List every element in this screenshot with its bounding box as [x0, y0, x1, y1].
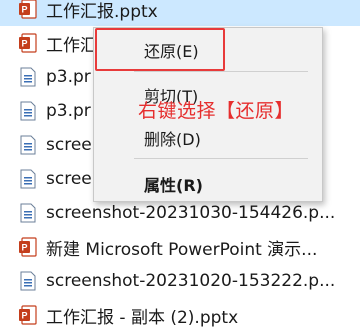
menu-separator — [134, 158, 308, 159]
image-file-icon — [18, 134, 38, 156]
file-name: 新建 Microsoft PowerPoint 演示... — [46, 239, 318, 260]
pptx-icon: P — [18, 236, 38, 258]
menu-separator — [134, 71, 308, 72]
file-name: p3.pr — [46, 101, 91, 121]
svg-text:P: P — [21, 311, 27, 321]
menu-item-properties[interactable]: 属性(R) — [144, 172, 203, 196]
file-row-9[interactable]: P 工作汇报 - 副本 (2).pptx — [0, 298, 360, 332]
image-file-icon — [18, 66, 38, 88]
file-name: 工作汇 — [46, 35, 97, 56]
file-row-7[interactable]: P 新建 Microsoft PowerPoint 演示... — [0, 230, 360, 264]
svg-text:P: P — [21, 5, 27, 15]
file-name: scree — [46, 169, 92, 189]
pptx-icon: P — [18, 304, 38, 326]
image-file-icon — [18, 202, 38, 224]
image-file-icon — [18, 168, 38, 190]
file-name: screenshot-20231030-154426.p... — [46, 203, 336, 223]
file-row-8[interactable]: screenshot-20231020-153222.p... — [0, 264, 360, 298]
file-name: screenshot-20231020-153222.p... — [46, 271, 336, 291]
svg-text:P: P — [21, 243, 27, 253]
file-name: p3.pr — [46, 67, 91, 87]
pptx-icon: P — [18, 0, 38, 20]
image-file-icon — [18, 100, 38, 122]
file-name: 工作汇报.pptx — [46, 1, 158, 22]
image-file-icon — [18, 270, 38, 292]
svg-text:P: P — [21, 39, 27, 49]
highlight-box — [95, 28, 225, 71]
menu-item-delete[interactable]: 删除(D) — [144, 126, 201, 150]
file-name: 工作汇报 - 副本 (2).pptx — [46, 307, 239, 328]
annotation-text: 右键选择【还原】 — [138, 100, 295, 122]
pptx-icon: P — [18, 32, 38, 54]
file-row-0[interactable]: P 工作汇报.pptx — [0, 0, 360, 26]
